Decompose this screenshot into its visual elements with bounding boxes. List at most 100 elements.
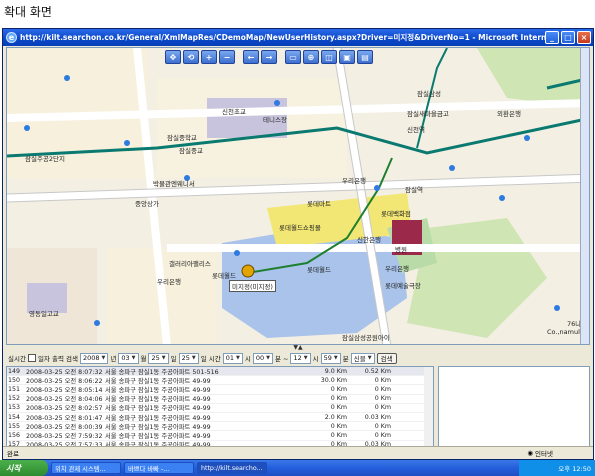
cell-addr: 서울 송파구 잠실1동 주공아파트 49-99 — [105, 386, 211, 394]
browser-window: e http://kilt.searchon.co.kr/General/Xml… — [2, 28, 594, 460]
start-button[interactable]: 시작 — [0, 460, 48, 476]
cell-no: 152 — [7, 395, 20, 403]
forward-button[interactable]: → — [261, 50, 277, 64]
cell-addr: 서울 송파구 잠실1동 주공아파트 49-99 — [105, 396, 211, 404]
map-canvas — [7, 48, 589, 344]
map-label: 롯데예술극장 — [385, 282, 421, 290]
month-unit: 월 — [140, 355, 147, 363]
layer-button[interactable]: ◫ — [321, 50, 337, 64]
table-rows: 149 2008-03-25 오전 8:07:32 서울 송파구 잠실1동 주공아파… — [7, 367, 433, 450]
cell-dist: 0 Km — [330, 385, 347, 393]
vehicle-label[interactable]: 미지정(미지정) — [229, 280, 276, 292]
map-label: 병원 — [395, 246, 407, 254]
taskbar-item[interactable]: 바쁘다 바빠 -... — [124, 462, 194, 474]
cell-time: 2008-03-25 오전 8:04:06 — [26, 396, 103, 404]
back-button[interactable]: ← — [243, 50, 259, 64]
cell-dist: 0 Km — [330, 431, 347, 439]
cell-no: 151 — [7, 385, 20, 393]
month-select[interactable]: 03 ▼ — [118, 352, 139, 364]
status-text: 완료 — [7, 450, 19, 458]
kind-select[interactable]: 신블 ▼ — [350, 352, 375, 364]
hour1-select[interactable]: 01 ▼ — [222, 352, 243, 364]
map-label: 중앙상가 — [135, 200, 159, 208]
hour-label: 시간 — [208, 355, 221, 363]
cell-addr: 서울 송파구 잠실1동 주공아파트 49-99 — [105, 414, 211, 422]
zoom-in-button[interactable]: + — [201, 50, 217, 64]
cell-speed: 0.52 Km — [364, 367, 391, 375]
close-button[interactable]: × — [577, 31, 591, 44]
maximize-button[interactable]: □ — [561, 31, 575, 44]
title-bar[interactable]: e http://kilt.searchon.co.kr/General/Xml… — [3, 29, 593, 46]
center-button[interactable]: ⊕ — [303, 50, 319, 64]
map-label: 우리은행 — [157, 278, 181, 286]
save-button[interactable]: ▤ — [357, 50, 373, 64]
map-label: 외환은행 — [497, 110, 521, 118]
map-scrollbar[interactable] — [580, 48, 589, 344]
hour1-unit: 시 — [244, 355, 251, 363]
cell-time: 2008-03-25 오전 8:02:57 — [26, 405, 103, 413]
day2-select[interactable]: 25 ▼ — [178, 352, 199, 364]
cell-no: 149 — [7, 367, 20, 375]
search-button[interactable]: 검색 — [376, 352, 397, 364]
map-label: 신천역 — [407, 126, 425, 134]
zoom-out-button[interactable]: − — [219, 50, 235, 64]
year-select[interactable]: 2008 ▼ — [79, 352, 109, 364]
cell-addr: 서울 송파구 잠실1동 주공아파트 49-99 — [105, 423, 211, 431]
status-bar: 완료 ◉ 인터넷 — [3, 446, 593, 459]
taskbar: 시작 위치 관제 시스템... 바쁘다 바빠 -... http://kilt.… — [0, 460, 595, 476]
min2-select[interactable]: 59 ▼ — [320, 352, 341, 364]
cell-no: 154 — [7, 413, 20, 421]
map-label: 테니스장 — [263, 116, 287, 124]
cell-speed: 0 Km — [374, 395, 391, 403]
print-button[interactable]: ▣ — [339, 50, 355, 64]
cell-speed: 0 Km — [374, 385, 391, 393]
cell-addr: 서울 송파구 잠실1동 주공아파트 49-99 — [105, 432, 211, 440]
window-title: http://kilt.searchon.co.kr/General/XmlMa… — [20, 33, 545, 42]
cell-time: 2008-03-25 오전 8:05:14 — [26, 386, 103, 394]
cell-time: 2008-03-25 오전 8:07:32 — [26, 368, 103, 376]
map-label: 잠실주공2단지 — [25, 155, 66, 163]
hour2-unit: 시 — [312, 355, 319, 363]
cell-speed: 0 Km — [374, 422, 391, 430]
cell-speed: 0 Km — [374, 376, 391, 384]
min1-unit: 분 ~ — [274, 355, 289, 363]
history-table: 149 2008-03-25 오전 8:07:32 서울 송파구 잠실1동 주공아파… — [6, 366, 434, 458]
cell-no: 150 — [7, 376, 20, 384]
cell-time: 2008-03-25 오전 8:00:39 — [26, 423, 103, 431]
rotate-button[interactable]: ⟲ — [183, 50, 199, 64]
cell-time: 2008-03-25 오전 8:01:47 — [26, 414, 103, 422]
taskbar-item[interactable]: 위치 관제 시스템... — [51, 462, 121, 474]
taskbar-item[interactable]: http://kilt.searcho... — [197, 462, 267, 474]
day-select[interactable]: 25 ▼ — [148, 352, 169, 364]
range-checkbox[interactable] — [27, 354, 36, 362]
cell-time: 2008-03-25 오전 8:06:22 — [26, 377, 103, 385]
map-label: 잠실삼성 — [417, 90, 441, 98]
minimize-button[interactable]: _ — [545, 31, 559, 44]
zone-label: 인터넷 — [535, 450, 553, 458]
map-label: 잠실중교 — [179, 147, 203, 155]
min1-select[interactable]: 00 ▼ — [252, 352, 273, 364]
cell-no: 155 — [7, 422, 20, 430]
map-label: 박물관엔웨니서 — [153, 180, 195, 188]
pan-button[interactable]: ✥ — [165, 50, 181, 64]
cell-dist: 0 Km — [330, 404, 347, 412]
area-button[interactable]: ▭ — [285, 50, 301, 64]
cell-addr: 서울 송파구 잠실1동 주공아파트 49-99 — [105, 377, 211, 385]
cell-dist: 0 Km — [330, 395, 347, 403]
search-filter-bar: 실시간 일자 출력 검색 2008 ▼ 년 03 ▼ 월 25 ▼ 일 25 ▼ 일 시… — [6, 351, 436, 365]
map-label: 잠실중학교 — [167, 134, 197, 142]
map-label: 롯데마트 — [307, 200, 331, 208]
map-view[interactable]: ✥ ⟲ + − ← → ▭ ⊕ ◫ ▣ ▤ 신천초교 테니스장 잠실중학교 잠실… — [6, 47, 590, 345]
map-label: 롯데월드쇼핑몰 — [279, 224, 321, 232]
realtime-label: 실시간 — [8, 355, 26, 363]
map-label: 잠실역 — [405, 186, 423, 194]
detail-panel — [438, 366, 590, 458]
table-scrollbar[interactable] — [424, 367, 433, 457]
map-label: 우리은행 — [385, 265, 409, 273]
map-label: 롯데월드 — [212, 272, 236, 280]
cell-no: 156 — [7, 431, 20, 439]
map-label: 신한은행 — [357, 236, 381, 244]
globe-icon: ◉ — [527, 449, 534, 457]
hour2-select[interactable]: 12 ▼ — [290, 352, 311, 364]
zone-indicator: ◉ 인터넷 — [527, 448, 553, 458]
